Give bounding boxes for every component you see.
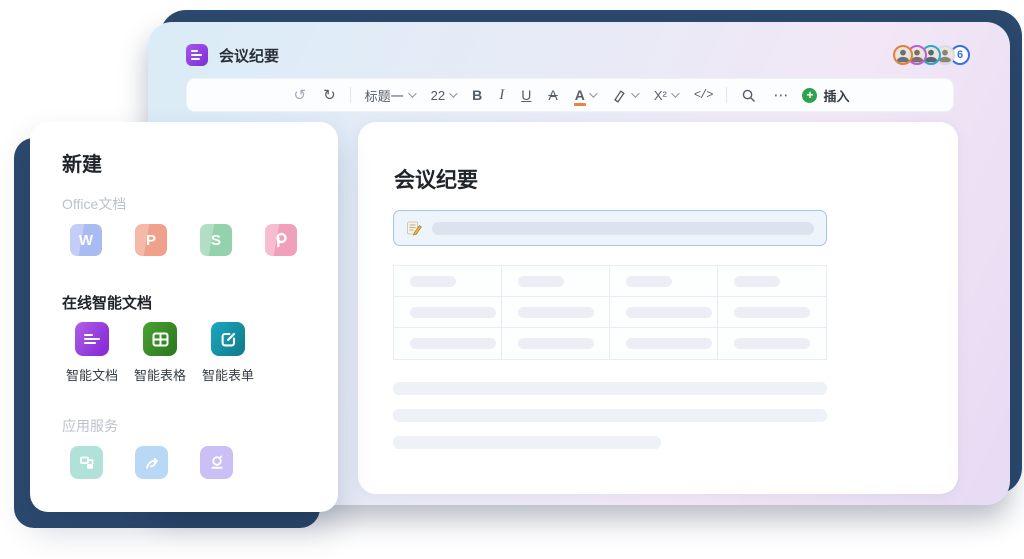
- signature-pen-icon: [143, 454, 161, 472]
- apps-section-label: 应用服务: [62, 416, 118, 436]
- toolbar-divider: [726, 87, 727, 103]
- chevron-down-icon: [631, 89, 639, 97]
- document-icon: [186, 44, 208, 66]
- search-icon: [741, 88, 756, 103]
- skeleton-table[interactable]: [393, 265, 827, 360]
- workflow-app-tile[interactable]: [70, 446, 103, 479]
- callout-text-placeholder: [432, 222, 814, 235]
- stamp-seal-icon: [208, 454, 226, 472]
- formatting-toolbar: ↺ ↻ 标题一 22 B I U A A X² </> ⋯ + 插入: [186, 78, 954, 112]
- smart-form-icon: [211, 322, 245, 356]
- more-icon: ⋯: [773, 88, 788, 103]
- app-services-row: [70, 446, 233, 479]
- office-doc-row: W P S: [70, 224, 297, 256]
- code-button[interactable]: </>: [691, 86, 716, 104]
- italic-button[interactable]: I: [496, 85, 507, 106]
- heading-style-dropdown[interactable]: 标题一: [362, 84, 417, 107]
- panel-title: 新建: [62, 148, 102, 177]
- skeleton-text-line: [393, 409, 827, 422]
- window-header: 会议纪要 6: [186, 40, 970, 70]
- chevron-down-icon: [449, 89, 457, 97]
- collaborator-avatars: 6: [893, 45, 970, 65]
- toolbar-divider: [350, 87, 351, 103]
- chevron-down-icon: [408, 89, 416, 97]
- smart-sheet-icon: [143, 322, 177, 356]
- bold-button[interactable]: B: [469, 85, 485, 105]
- document-canvas[interactable]: 会议纪要: [358, 122, 958, 494]
- smart-sheet-item[interactable]: 智能表格: [132, 322, 188, 384]
- window-title: 会议纪要: [219, 45, 279, 66]
- document-title: 会议纪要: [394, 164, 478, 194]
- pdf-tile[interactable]: [265, 224, 297, 256]
- highlight-button[interactable]: [609, 86, 640, 105]
- workflow-icon: [78, 454, 96, 472]
- esign-app-tile[interactable]: [135, 446, 168, 479]
- smart-doc-icon: [75, 322, 109, 356]
- more-button[interactable]: ⋯: [770, 86, 791, 105]
- font-size-dropdown[interactable]: 22: [428, 86, 458, 105]
- strikethrough-button[interactable]: A: [545, 85, 560, 105]
- pdf-loop-icon: [272, 231, 290, 249]
- plus-icon: +: [802, 88, 817, 103]
- chevron-down-icon: [589, 89, 597, 97]
- insert-button[interactable]: + 插入: [802, 86, 849, 105]
- spreadsheet-tile[interactable]: S: [200, 224, 232, 256]
- undo-icon: ↺: [294, 88, 307, 103]
- redo-icon: ↻: [323, 88, 336, 103]
- undo-button[interactable]: ↺: [291, 86, 310, 105]
- office-section-label: Office文档: [62, 194, 126, 214]
- avatar[interactable]: [893, 45, 913, 65]
- create-panel: 新建 Office文档 W P S 在线智能文档 智能文档: [30, 122, 338, 512]
- font-color-button[interactable]: A: [572, 85, 598, 105]
- callout-block[interactable]: [393, 210, 827, 246]
- illustration-stage: 会议纪要 6 ↺ ↻ 标题一 22: [0, 0, 1024, 559]
- presentation-tile[interactable]: P: [135, 224, 167, 256]
- memo-pencil-icon: [406, 220, 422, 236]
- skeleton-text-line: [393, 436, 661, 449]
- superscript-button[interactable]: X²: [651, 86, 680, 105]
- person-icon: [895, 47, 911, 63]
- chevron-down-icon: [671, 89, 679, 97]
- smart-doc-item[interactable]: 智能文档: [64, 322, 120, 384]
- smart-form-item[interactable]: 智能表单: [200, 322, 256, 384]
- search-button[interactable]: [738, 86, 759, 105]
- redo-button[interactable]: ↻: [320, 86, 339, 105]
- smart-doc-row: 智能文档 智能表格 智能表单: [64, 322, 256, 384]
- stamp-app-tile[interactable]: [200, 446, 233, 479]
- word-doc-tile[interactable]: W: [70, 224, 102, 256]
- skeleton-text-line: [393, 382, 827, 395]
- highlighter-icon: [612, 88, 627, 103]
- smart-section-label: 在线智能文档: [62, 292, 152, 313]
- underline-button[interactable]: U: [518, 85, 534, 105]
